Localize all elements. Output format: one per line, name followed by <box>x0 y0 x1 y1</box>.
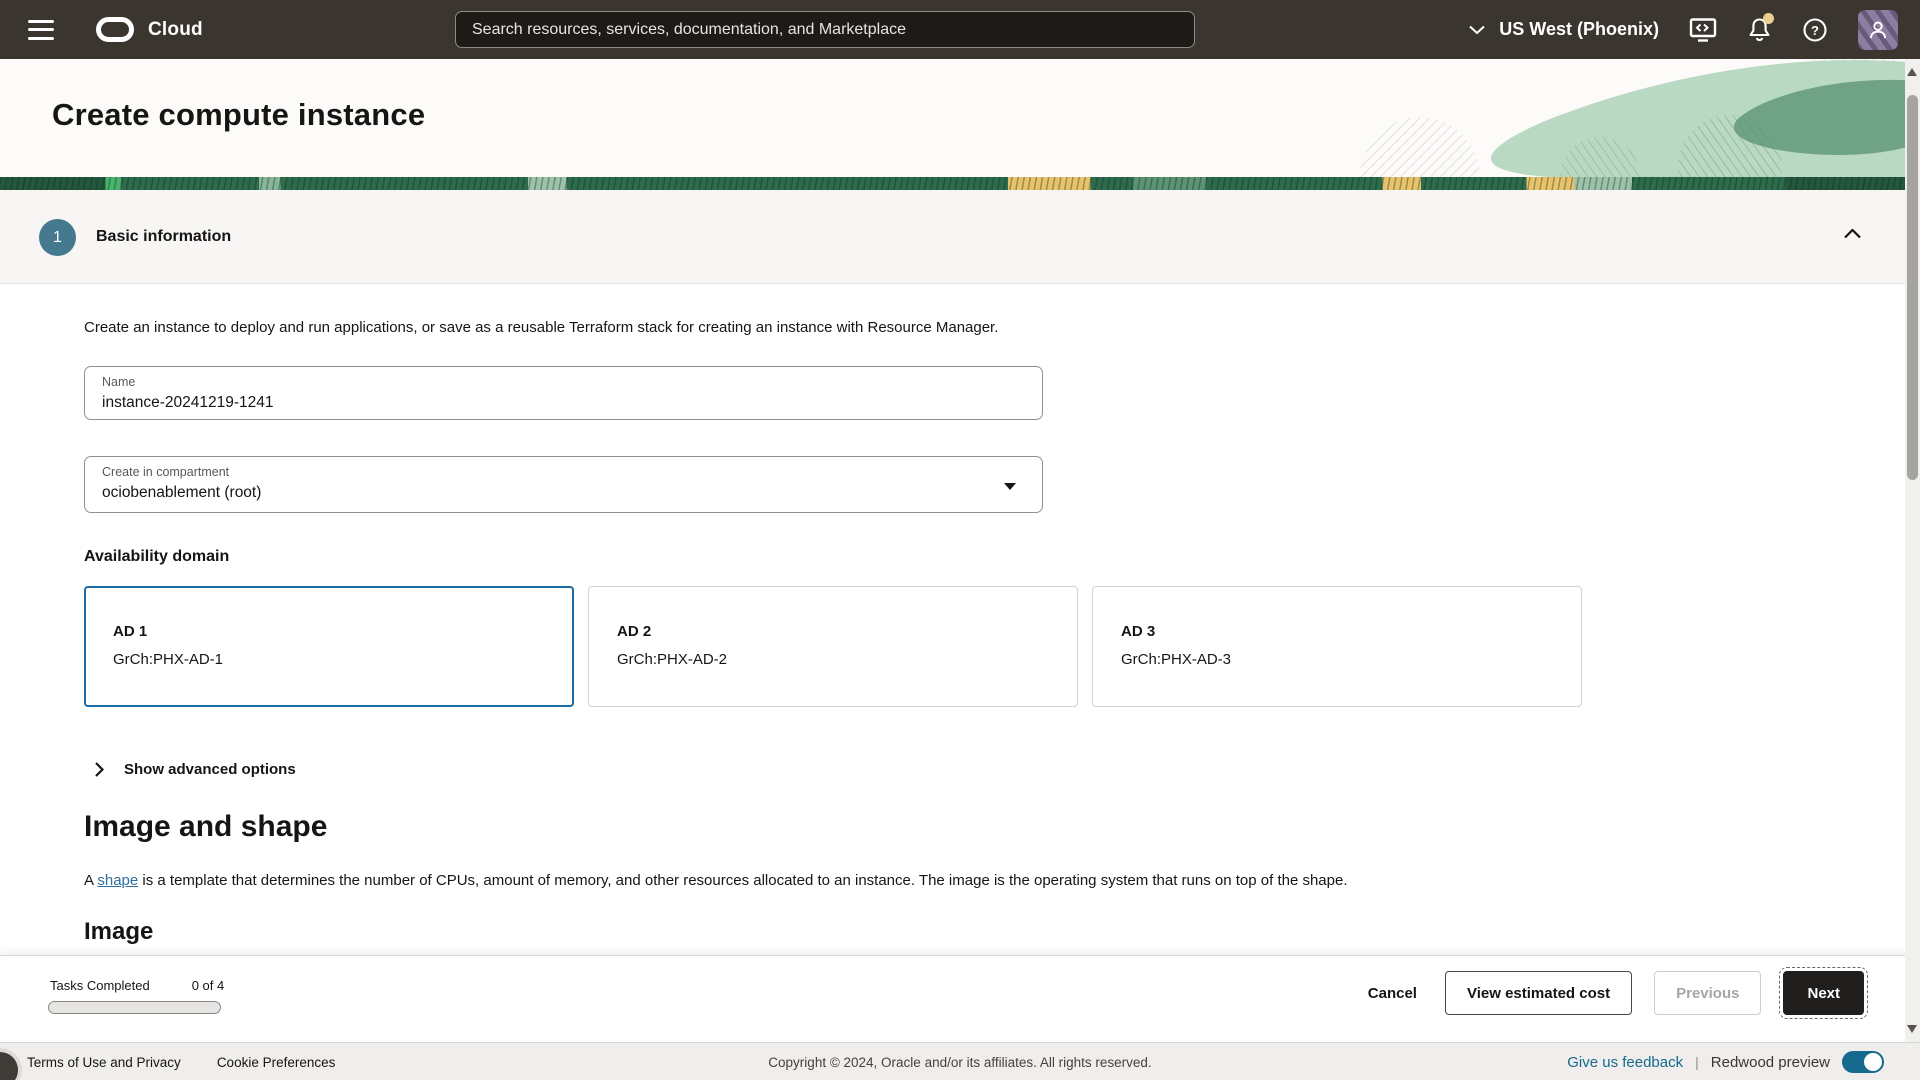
dev-console-icon <box>1689 17 1717 43</box>
cancel-button[interactable]: Cancel <box>1362 971 1423 1015</box>
ad-card-subtitle: GrCh:PHX-AD-1 <box>113 651 572 668</box>
show-advanced-options-toggle[interactable]: Show advanced options <box>95 761 296 778</box>
collapse-section-button[interactable] <box>1840 223 1865 246</box>
user-avatar[interactable] <box>1858 10 1898 50</box>
person-icon <box>1865 17 1891 43</box>
notification-badge <box>1763 13 1774 24</box>
scroll-up-arrow-icon[interactable] <box>1907 68 1917 76</box>
view-estimated-cost-button[interactable]: View estimated cost <box>1445 971 1632 1015</box>
availability-domain-heading: Availability domain <box>84 548 1905 566</box>
ad-card-title: AD 1 <box>113 623 572 640</box>
compartment-label: Create in compartment <box>102 465 229 479</box>
shape-description: A shape is a template that determines th… <box>84 870 1905 892</box>
redwood-preview-toggle[interactable] <box>1842 1051 1884 1073</box>
menu-icon[interactable] <box>28 20 54 40</box>
ad-card-title: AD 3 <box>1121 623 1581 640</box>
chevron-up-icon <box>1844 229 1861 239</box>
next-button[interactable]: Next <box>1783 971 1864 1015</box>
compartment-value: ociobenablement (root) <box>102 484 261 502</box>
step-header: 1 Basic information <box>0 190 1905 284</box>
help-icon: ? <box>1802 17 1828 43</box>
footer-separator: | <box>1695 1054 1699 1070</box>
search-input[interactable] <box>455 11 1195 48</box>
oracle-cloud-logo[interactable]: Cloud <box>96 17 203 42</box>
oracle-logo-icon <box>96 17 134 42</box>
image-and-shape-heading: Image and shape <box>84 810 1905 844</box>
chevron-right-icon <box>95 762 104 777</box>
region-label: US West (Phoenix) <box>1499 19 1659 40</box>
scrollbar-thumb[interactable] <box>1907 95 1918 480</box>
toggle-knob <box>1864 1053 1882 1071</box>
ad-card-2[interactable]: AD 2 GrCh:PHX-AD-2 <box>588 586 1078 707</box>
name-field-value: instance-20241219-1241 <box>102 394 274 412</box>
topbar: Cloud US West (Phoenix) <box>0 0 1920 59</box>
image-heading: Image <box>84 918 1905 946</box>
chevron-down-icon <box>1469 25 1485 35</box>
give-feedback-link[interactable]: Give us feedback <box>1567 1054 1683 1071</box>
tasks-completed-count: 0 of 4 <box>192 978 225 993</box>
ad-card-1[interactable]: AD 1 GrCh:PHX-AD-1 <box>84 586 574 707</box>
notifications-button[interactable] <box>1747 16 1772 43</box>
shape-text-prefix: A <box>84 872 97 889</box>
shape-link[interactable]: shape <box>97 872 138 889</box>
banner-artwork <box>1300 59 1920 177</box>
name-field-label: Name <box>102 375 135 389</box>
page-banner: Create compute instance <box>0 59 1920 190</box>
compartment-select[interactable]: Create in compartment ociobenablement (r… <box>84 456 1043 513</box>
wizard-action-bar: Tasks Completed 0 of 4 Cancel View estim… <box>0 955 1920 1042</box>
ad-card-3[interactable]: AD 3 GrCh:PHX-AD-3 <box>1092 586 1582 707</box>
cloud-shell-button[interactable] <box>1689 17 1717 43</box>
page-title: Create compute instance <box>52 97 425 133</box>
form-content: Create an instance to deploy and run app… <box>0 285 1905 1042</box>
availability-domain-options: AD 1 GrCh:PHX-AD-1 AD 2 GrCh:PHX-AD-2 AD… <box>84 586 1905 707</box>
ad-card-subtitle: GrCh:PHX-AD-3 <box>1121 651 1581 668</box>
footer: Terms of Use and Privacy Cookie Preferen… <box>0 1042 1920 1080</box>
banner-decorative-strip <box>0 177 1920 190</box>
step-number-badge: 1 <box>39 219 76 256</box>
caret-down-icon <box>1004 483 1016 490</box>
svg-text:?: ? <box>1811 23 1819 38</box>
help-button[interactable]: ? <box>1802 17 1828 43</box>
section-description: Create an instance to deploy and run app… <box>84 317 1905 339</box>
tasks-progress-bar <box>48 1001 221 1014</box>
page-scrollbar[interactable] <box>1905 59 1920 1042</box>
brand-name: Cloud <box>148 19 203 41</box>
region-selector[interactable]: US West (Phoenix) <box>1469 19 1659 40</box>
scroll-down-arrow-icon[interactable] <box>1907 1025 1917 1033</box>
step-title: Basic information <box>96 228 231 246</box>
redwood-preview-label: Redwood preview <box>1711 1054 1830 1071</box>
advanced-options-label: Show advanced options <box>124 761 296 778</box>
ad-card-subtitle: GrCh:PHX-AD-2 <box>617 651 1077 668</box>
tasks-completed-label: Tasks Completed <box>50 978 150 993</box>
ad-card-title: AD 2 <box>617 623 1077 640</box>
shape-text-suffix: is a template that determines the number… <box>138 872 1347 889</box>
create-compute-instance-page: Cloud US West (Phoenix) <box>0 0 1920 1080</box>
previous-button[interactable]: Previous <box>1654 971 1761 1015</box>
name-field[interactable]: Name instance-20241219-1241 <box>84 366 1043 420</box>
